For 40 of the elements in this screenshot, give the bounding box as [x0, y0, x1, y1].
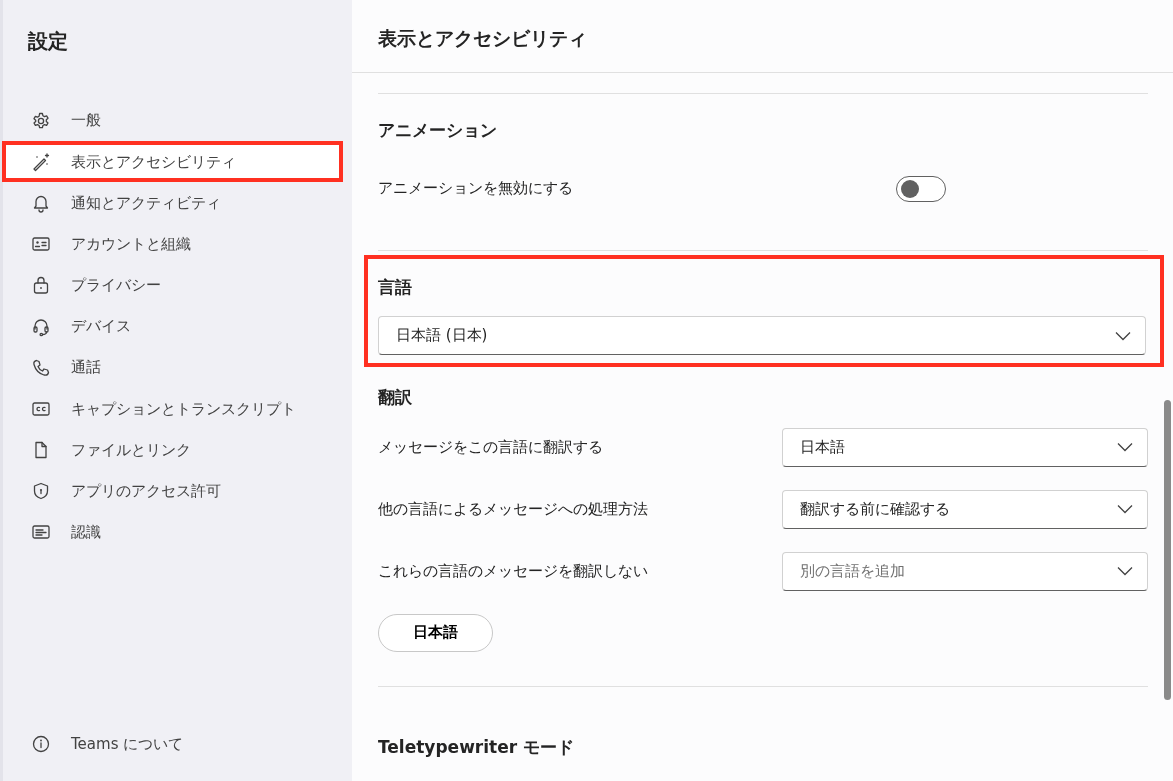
info-icon [31, 734, 51, 755]
dropdown-field[interactable]: 日本語 (日本) [378, 316, 1146, 355]
chevron-down-icon [1115, 330, 1131, 341]
chevron-down-icon [1117, 442, 1133, 452]
settings-nav-item[interactable]: 一般 [3, 100, 352, 142]
section-heading: 言語 [378, 275, 413, 299]
settings-nav-item[interactable]: ファイルとリンク [3, 429, 352, 471]
page-title: 表示とアクセシビリティ [352, 0, 1173, 73]
magic-wand-icon [31, 151, 51, 172]
section-heading: Teletypewriter モード [378, 735, 575, 759]
settings-nav-item[interactable]: アカウントと組織 [3, 223, 352, 265]
gear-icon [31, 110, 51, 131]
settings-nav-item[interactable]: 通知とアクティビティ [3, 182, 352, 224]
settings-nav-item[interactable]: 認識 [3, 511, 352, 554]
about-link[interactable]: Teams について [3, 723, 352, 765]
settings-nav-item[interactable]: アプリのアクセス許可 [3, 470, 352, 512]
settings-nav-item[interactable]: プライバシー [3, 264, 352, 306]
settings-nav-item[interactable]: キャプションとトランスクリプト [3, 388, 352, 430]
chevron-down-icon [1117, 566, 1133, 576]
dropdown-field[interactable]: 日本語 [782, 427, 1148, 467]
settings-nav-item[interactable]: デバイス [3, 305, 352, 348]
toggle-switch[interactable] [896, 175, 946, 202]
setting-label: これらの言語のメッセージを翻訳しない [378, 560, 649, 582]
lock-icon [31, 275, 51, 296]
language-chip[interactable]: 日本語 [378, 613, 493, 652]
phone-icon [31, 357, 51, 378]
chevron-down-icon [1117, 504, 1133, 514]
toggle-label: アニメーションを無効にする [378, 178, 573, 200]
setting-label: メッセージをこの言語に翻訳する [378, 436, 604, 458]
dropdown-field[interactable]: 別の言語を追加 [782, 551, 1148, 591]
section-heading: アニメーション [378, 119, 498, 142]
settings-title: 設定 [27, 28, 69, 55]
dropdown-field[interactable]: 翻訳する前に確認する [782, 489, 1148, 529]
section-heading: 翻訳 [378, 386, 413, 409]
scrollbar-thumb[interactable] [1164, 400, 1171, 700]
shield-icon [31, 481, 51, 502]
setting-label: 他の言語によるメッセージへの処理方法 [378, 498, 649, 520]
headset-icon [31, 316, 51, 337]
settings-nav-item[interactable]: 表示とアクセシビリティ [2, 141, 343, 183]
settings-nav-item[interactable]: 通話 [3, 347, 352, 389]
